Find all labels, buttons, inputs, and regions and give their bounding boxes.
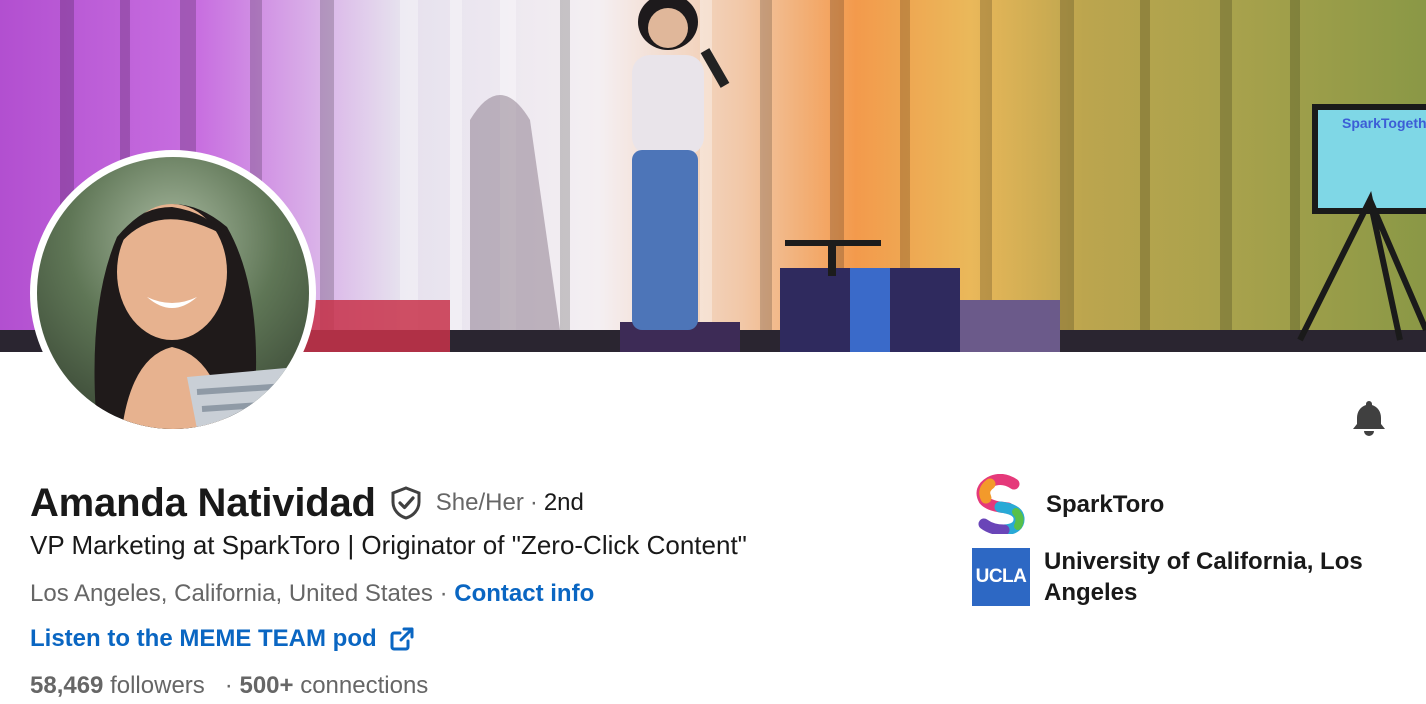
profile-headline: VP Marketing at SparkToro | Originator o…	[30, 530, 747, 560]
location-row: Los Angeles, California, United States ·…	[30, 580, 594, 608]
sparktoro-logo-icon	[976, 474, 1025, 534]
followers-count: 58,469	[30, 672, 104, 699]
avatar-illustration	[94, 204, 309, 429]
separator-dot: ·	[529, 489, 538, 516]
stats-row: 58,469 followers · 500+ connections	[30, 672, 428, 700]
school-name-line2: Angeles	[1044, 579, 1138, 606]
current-company-sparktoro[interactable]: SparkToro	[972, 474, 1164, 534]
school-name: University of California, Los Angeles	[1044, 546, 1363, 608]
connections-count[interactable]: 500+	[239, 672, 293, 699]
school-name-line1: University of California, Los	[1044, 548, 1363, 575]
location: Los Angeles, California, United States	[30, 580, 433, 607]
profile-name: Amanda Natividad	[30, 480, 376, 525]
external-link-icon	[390, 627, 414, 651]
profile-photo[interactable]	[30, 150, 316, 436]
separator-dot: ·	[439, 580, 448, 607]
education-ucla[interactable]: UCLA University of California, Los Angel…	[972, 546, 1363, 608]
external-website-link[interactable]: Listen to the MEME TEAM pod	[30, 625, 415, 653]
connections-label[interactable]: connections	[300, 672, 428, 699]
bell-icon	[1353, 401, 1385, 436]
external-link-label: Listen to the MEME TEAM pod	[30, 625, 377, 652]
avatar	[37, 157, 309, 429]
followers-label: followers	[110, 672, 205, 699]
ucla-logo: UCLA	[972, 548, 1030, 606]
pronouns: She/Her	[435, 489, 524, 516]
separator-dot: ·	[224, 672, 233, 699]
company-name: SparkToro	[1046, 490, 1165, 518]
verified-shield-check-icon[interactable]	[388, 485, 424, 521]
contact-info-link[interactable]: Contact info	[454, 580, 594, 607]
connection-degree: 2nd	[543, 489, 584, 516]
name-row: Amanda Natividad She/Her · 2nd	[30, 478, 584, 528]
stage-screen-text: SparkTogether	[1342, 115, 1426, 131]
notification-bell-button[interactable]	[1350, 398, 1388, 436]
